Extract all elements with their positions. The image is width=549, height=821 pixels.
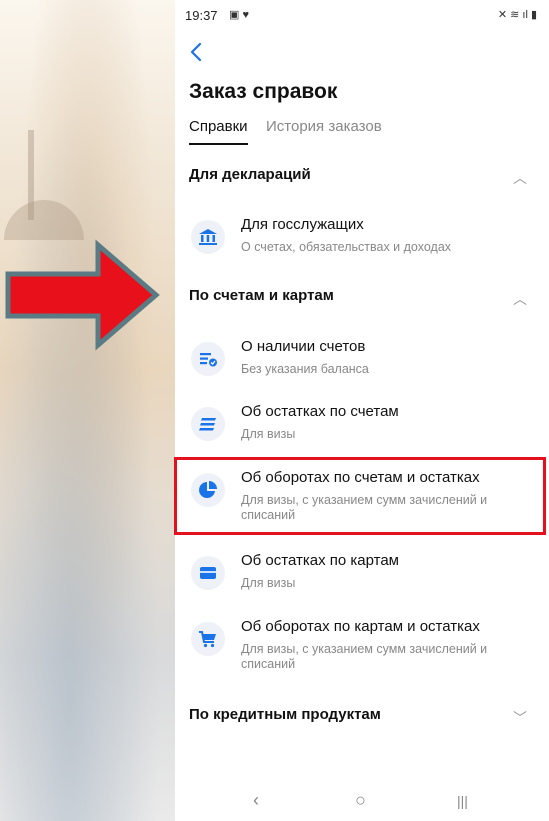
section-header-declarations[interactable]: Для деклараций ︿ [189,166,539,190]
highlight-frame-annotation [174,457,546,535]
item-title: Для госслужащих [241,216,364,233]
list-item-card-balances[interactable]: Об остатках по картам Для визы [189,552,539,596]
nav-recents-button[interactable]: ||| [457,793,468,809]
item-subtitle: Для визы [241,427,296,441]
back-arrow-icon[interactable] [183,38,211,66]
cart-icon [191,622,225,656]
section-header-credit-products[interactable]: По кредитным продуктам ﹀ [189,706,539,730]
phone-screen: 19:37 ▣ ♥ ✕ ≋ ıl ▮ Заказ справок Справки… [175,0,549,821]
nav-home-button[interactable]: ○ [355,790,366,811]
list-item-civil-servants[interactable]: Для госслужащих О счетах, обязательствах… [189,216,539,266]
item-subtitle: Для визы, с указанием сумм зачислений и … [241,642,488,671]
page-title: Заказ справок [189,80,338,103]
accounts-check-icon [191,342,225,376]
chevron-up-icon: ︿ [513,291,527,307]
tabs-bar: Справки История заказов [189,118,396,148]
system-nav-bar: ‹ ○ ||| [175,790,549,820]
item-title: О наличии счетов [241,338,366,355]
tab-certificates[interactable]: Справки [189,118,248,145]
card-icon [191,556,225,590]
section-title: По счетам и картам [189,287,334,304]
tab-order-history[interactable]: История заказов [266,118,382,143]
section-title: По кредитным продуктам [189,706,381,723]
status-bar: 19:37 ▣ ♥ ✕ ≋ ıl ▮ [175,0,549,30]
bank-icon [191,220,225,254]
red-arrow-annotation [5,239,160,351]
signal-battery-icons: ✕ ≋ ıl ▮ [497,9,537,21]
status-time: 19:37 [185,8,218,23]
chevron-up-icon: ︿ [513,170,527,186]
list-item-card-turnovers[interactable]: Об оборотах по картам и остатках Для виз… [189,618,539,678]
item-subtitle: Для визы [241,576,296,590]
list-item-accounts-existence[interactable]: О наличии счетов Без указания баланса [189,338,539,382]
item-subtitle: Без указания баланса [241,362,369,376]
section-header-accounts-cards[interactable]: По счетам и картам ︿ [189,287,539,311]
chevron-down-icon: ﹀ [513,710,527,726]
section-title: Для деклараций [189,166,311,183]
list-item-account-balances[interactable]: Об остатках по счетам Для визы [189,403,539,447]
item-title: Об остатках по счетам [241,403,399,420]
notification-icons: ▣ ♥ [229,9,249,21]
item-title: Об оборотах по картам и остатках [241,618,480,635]
nav-back-button[interactable]: ‹ [253,790,259,811]
item-subtitle: О счетах, обязательствах и доходах [241,240,452,254]
item-title: Об остатках по картам [241,552,399,569]
list-icon [191,407,225,441]
